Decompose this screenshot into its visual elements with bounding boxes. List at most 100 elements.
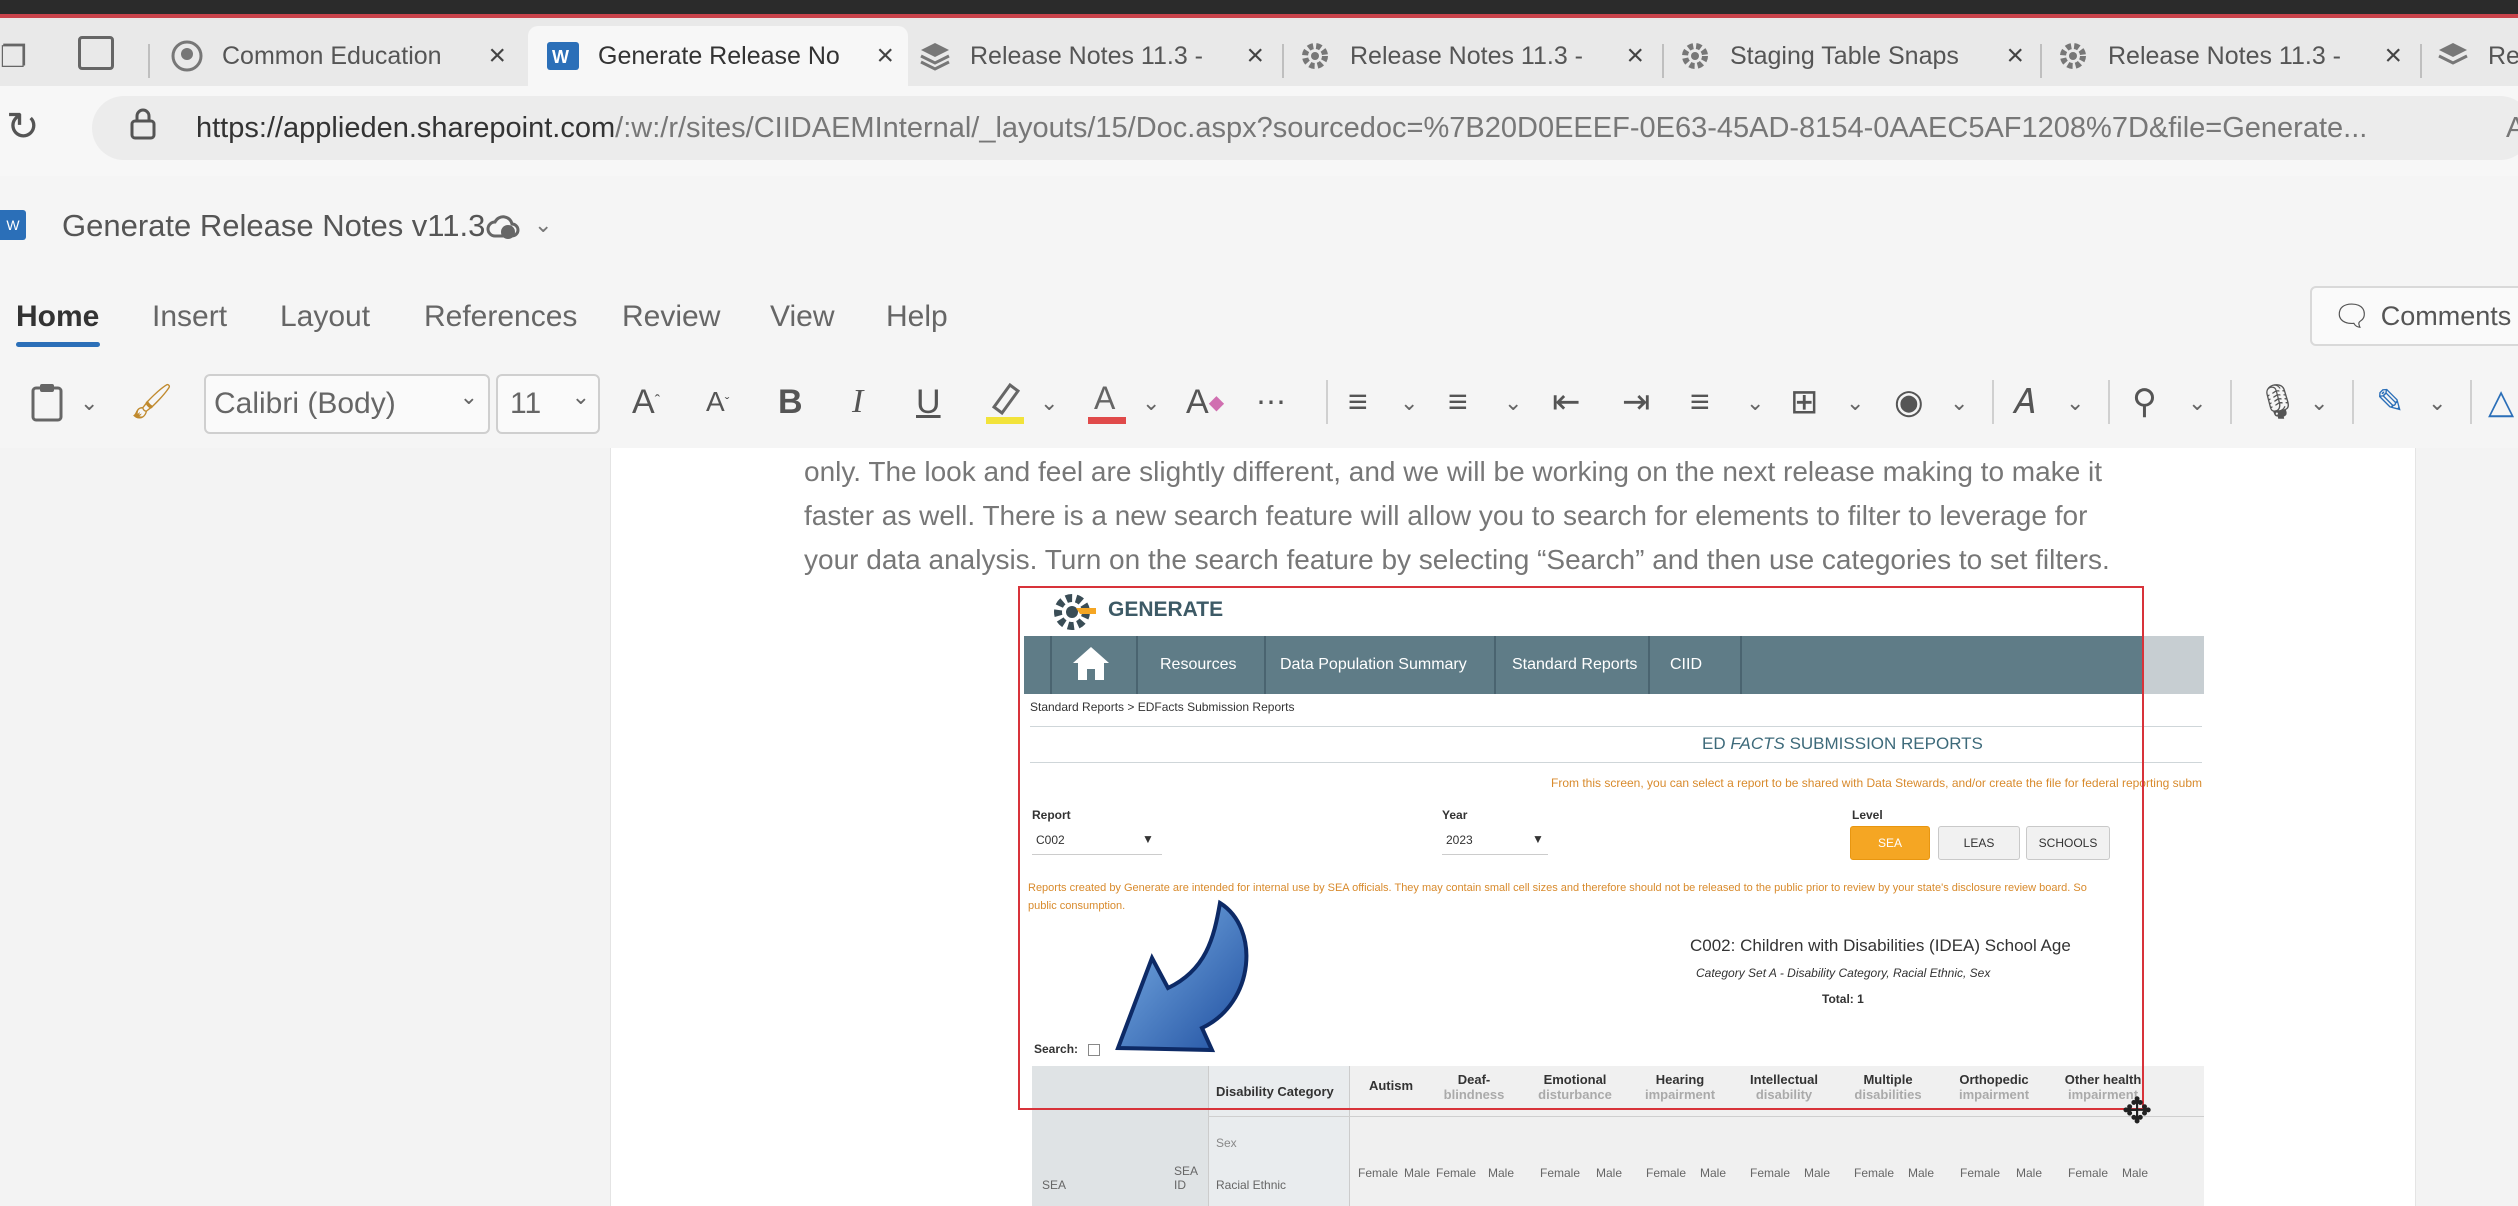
font-size-value: 11 [510, 387, 542, 420]
ribbon-tab-insert[interactable]: Insert [152, 300, 227, 334]
gear-logo-icon [2056, 39, 2090, 73]
tab-common-education[interactable]: Common Education × [170, 26, 520, 86]
bold-icon[interactable]: B [778, 356, 803, 448]
chevron-down-icon[interactable]: ⌄ [1950, 390, 1968, 416]
tab-staging-table-snapshot[interactable]: Staging Table Snaps × [1678, 26, 2038, 86]
sex-male: Male [1700, 1166, 1727, 1180]
word-app-icon[interactable]: W [0, 210, 26, 240]
ribbon-tab-home[interactable]: Home [16, 300, 99, 334]
shrink-font-icon[interactable]: Aˇ [706, 356, 729, 448]
url-host: https://applieden.sharepoint.com [196, 112, 616, 144]
close-icon[interactable]: × [2384, 39, 2402, 73]
format-painter-icon[interactable]: 🖌 [130, 356, 173, 448]
document-line-3[interactable]: your data analysis. Turn on the search f… [804, 544, 2110, 576]
tab-label: Release Notes 11.3 - [970, 41, 1203, 70]
sex-male: Male [1404, 1166, 1431, 1180]
grow-font-icon[interactable]: Aˆ [632, 356, 660, 448]
chevron-down-icon[interactable]: ⌄ [1400, 390, 1418, 416]
highlight-box[interactable] [1018, 586, 2144, 1110]
close-icon[interactable]: × [488, 39, 506, 73]
ribbon-tab-references[interactable]: References [424, 300, 577, 334]
tab-release-notes-1[interactable]: Release Notes 11.3 - × [918, 26, 1278, 86]
ribbon-tab-help[interactable]: Help [886, 300, 948, 334]
gear-logo-icon [1678, 39, 1712, 73]
font-name-dropdown[interactable]: Calibri (Body) ⌄ [204, 374, 490, 434]
decrease-indent-icon[interactable]: ⇤ [1552, 356, 1581, 448]
borders-icon[interactable]: ⊞ [1790, 356, 1819, 448]
increase-indent-icon[interactable]: ⇥ [1622, 356, 1651, 448]
ribbon-tab-review[interactable]: Review [622, 300, 720, 334]
chevron-down-icon[interactable]: ⌄ [2310, 390, 2328, 416]
tab-generate-release-notes[interactable]: W Generate Release No × [528, 26, 908, 86]
sex-female: Female [1750, 1166, 1791, 1180]
lock-icon[interactable] [130, 108, 156, 145]
row-label-sex: Sex [1216, 1136, 1237, 1150]
close-icon[interactable]: × [2006, 39, 2024, 73]
chevron-down-icon[interactable]: ⌄ [1142, 390, 1160, 416]
sea-id-label: SEA ID [1174, 1164, 1198, 1192]
url-text[interactable]: https://applieden.sharepoint.com/:w:/r/s… [196, 112, 2367, 145]
nav-filler [2142, 636, 2204, 694]
sex-male: Male [1488, 1166, 1515, 1180]
svg-text:W: W [552, 47, 569, 67]
chevron-down-icon[interactable]: ⌄ [1746, 390, 1764, 416]
tab-label: Release Notes 11.3 - [2108, 41, 2341, 70]
chevron-down-icon[interactable]: ⌄ [80, 390, 98, 416]
font-size-dropdown[interactable]: 11 ⌄ [496, 374, 600, 434]
close-icon[interactable]: × [876, 39, 894, 73]
tab-label: Generate Release No [598, 41, 840, 70]
editor-icon[interactable]: ✎ [2376, 356, 2405, 448]
highlight-icon[interactable] [984, 356, 1026, 448]
chevron-down-icon[interactable]: ⌄ [1846, 390, 1864, 416]
close-icon[interactable]: × [1246, 39, 1264, 73]
underline-icon[interactable]: U [916, 356, 941, 448]
ribbon-tab-view[interactable]: View [770, 300, 834, 334]
chevron-down-icon[interactable]: ⌄ [2188, 390, 2206, 416]
chevron-down-icon[interactable]: ⌄ [1504, 390, 1522, 416]
chevron-down-icon[interactable]: ⌄ [2428, 390, 2446, 416]
designer-icon[interactable]: △ [2488, 356, 2514, 448]
close-icon[interactable]: × [1626, 39, 1644, 73]
ribbon-tab-layout[interactable]: Layout [280, 300, 370, 334]
document-line-2[interactable]: faster as well. There is a new search fe… [804, 500, 2087, 532]
workspaces-icon[interactable]: ❐ [0, 40, 27, 75]
tab-partial[interactable]: Re [2436, 26, 2518, 86]
move-cursor-icon: ✥ [2122, 1090, 2153, 1131]
tab-release-notes-3[interactable]: Release Notes 11.3 - × [2056, 26, 2416, 86]
find-icon[interactable]: ⚲ [2132, 356, 2157, 448]
document-line-1[interactable]: only. The look and feel are slightly dif… [804, 456, 2102, 488]
tab-actions-icon[interactable] [78, 36, 114, 70]
cloud-saved-icon[interactable] [486, 212, 520, 247]
italic-icon[interactable]: I [852, 356, 863, 448]
styles-icon[interactable]: 𝐴 [2012, 356, 2035, 448]
clear-formatting-icon[interactable]: A ◆ [1186, 356, 1224, 448]
comments-label: Comments [2380, 300, 2512, 331]
tab-label: Staging Table Snaps [1730, 41, 1959, 70]
row-label-racial-ethnic: Racial Ethnic [1216, 1178, 1287, 1192]
browser-tab-bar: ❐ Common Education × W Generate Release … [0, 18, 2518, 86]
tab-release-notes-2[interactable]: Release Notes 11.3 - × [1298, 26, 1658, 86]
sex-male: Male [2122, 1166, 2149, 1180]
sex-female: Female [1854, 1166, 1895, 1180]
refresh-icon[interactable]: ↻ [6, 104, 40, 150]
chevron-down-icon[interactable]: ⌄ [1040, 390, 1058, 416]
sex-male: Male [1804, 1166, 1831, 1180]
shading-icon[interactable]: ◉ [1894, 356, 1924, 448]
numbering-icon[interactable]: ≡ [1448, 356, 1468, 448]
chevron-down-icon: ⌄ [459, 384, 478, 409]
tab-label: Common Education [222, 41, 442, 70]
dictate-icon[interactable]: 🎙 [2256, 356, 2299, 448]
word-title-row: W Generate Release Notes v11.3 ⌄ [0, 176, 2518, 276]
more-options-icon[interactable]: ⋯ [1256, 356, 1286, 448]
address-bar-row: ↻ https://applieden.sharepoint.com/:w:/r… [0, 86, 2518, 176]
document-title[interactable]: Generate Release Notes v11.3 [62, 208, 485, 244]
font-color-icon[interactable]: A [1086, 356, 1128, 448]
chevron-down-icon[interactable]: ⌄ [2066, 390, 2084, 416]
comments-button[interactable]: 🗨 Comments [2310, 286, 2518, 346]
paste-icon[interactable] [30, 356, 64, 448]
align-icon[interactable]: ≡ [1690, 356, 1710, 448]
gear-logo-icon [1298, 39, 1332, 73]
chevron-down-icon[interactable]: ⌄ [534, 212, 552, 238]
bullets-icon[interactable]: ≡ [1348, 356, 1368, 448]
stack-icon [2436, 39, 2470, 73]
